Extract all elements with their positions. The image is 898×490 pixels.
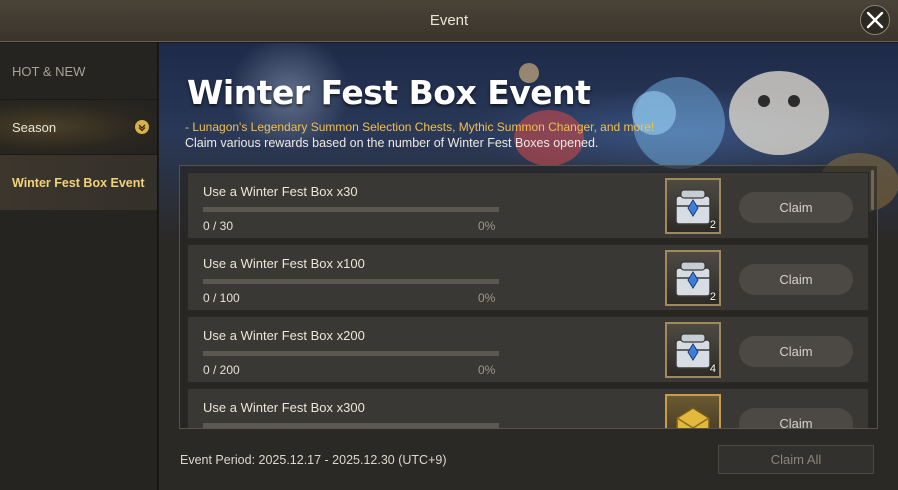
reward-quantity: 2: [709, 219, 716, 231]
event-content: Winter Fest Box Event - Lunagon's Legend…: [159, 43, 898, 490]
reward-quantity: 4: [709, 363, 716, 375]
close-button[interactable]: [860, 5, 890, 35]
mission-label: Use a Winter Fest Box x100: [203, 256, 365, 271]
progress-percent: 0%: [478, 363, 496, 377]
scrollbar[interactable]: [871, 170, 874, 210]
mission-row: Use a Winter Fest Box x300 Claim: [187, 388, 869, 428]
chevron-down-icon: [135, 120, 149, 134]
progress-count: 0 / 100: [203, 291, 240, 305]
claim-button[interactable]: Claim: [739, 192, 853, 223]
sidebar-item-hot-new[interactable]: HOT & NEW: [0, 43, 157, 100]
progress-count: 0 / 30: [203, 219, 234, 233]
claim-button[interactable]: Claim: [739, 336, 853, 367]
mission-row: Use a Winter Fest Box x200 0 / 200 0% 4 Clai…: [187, 316, 869, 383]
sidebar-item-label: Winter Fest Box Event: [12, 175, 145, 190]
sidebar-item-season[interactable]: Season: [0, 100, 157, 155]
event-sidebar: HOT & NEW Season Winter Fest Box Event: [0, 43, 158, 490]
progress-bar: [203, 351, 499, 356]
window-title: Event: [429, 12, 469, 29]
progress-percent: 0%: [478, 291, 496, 305]
reward-item[interactable]: 4: [665, 322, 721, 378]
event-subtitle: - Lunagon's Legendary Summon Selection C…: [185, 120, 655, 134]
close-icon: [866, 11, 884, 29]
reward-item[interactable]: [665, 394, 721, 428]
reward-item[interactable]: 2: [665, 250, 721, 306]
claim-button[interactable]: Claim: [739, 264, 853, 295]
progress-bar: [203, 423, 499, 428]
mission-label: Use a Winter Fest Box x300: [203, 400, 365, 415]
progress-bar: [203, 207, 499, 212]
sidebar-item-label: HOT & NEW: [12, 63, 86, 79]
title-bar: Event: [0, 0, 898, 42]
reward-item[interactable]: 2: [665, 178, 721, 234]
event-title: Winter Fest Box Event: [187, 73, 591, 112]
sidebar-item-label: Season: [12, 119, 57, 135]
mission-label: Use a Winter Fest Box x30: [203, 184, 358, 199]
event-description: Claim various rewards based on the numbe…: [185, 136, 599, 150]
progress-count: 0 / 200: [203, 363, 240, 377]
mission-row: Use a Winter Fest Box x30 0 / 30 0% 2 Claim: [187, 172, 869, 239]
claim-button[interactable]: Claim: [739, 408, 853, 428]
gold-chest-icon: [676, 407, 710, 428]
progress-bar: [203, 279, 499, 284]
claim-all-button[interactable]: Claim All: [718, 445, 874, 474]
mission-list[interactable]: Use a Winter Fest Box x30 0 / 30 0% 2 Claim U…: [179, 165, 878, 429]
mission-row: Use a Winter Fest Box x100 0 / 100 0% 2 Clai…: [187, 244, 869, 311]
reward-quantity: 2: [709, 291, 716, 303]
progress-percent: 0%: [478, 219, 496, 233]
mission-label: Use a Winter Fest Box x200: [203, 328, 365, 343]
sidebar-item-winter-fest-box-event[interactable]: Winter Fest Box Event: [0, 155, 157, 210]
event-period: Event Period: 2025.12.17 - 2025.12.30 (U…: [180, 453, 447, 467]
